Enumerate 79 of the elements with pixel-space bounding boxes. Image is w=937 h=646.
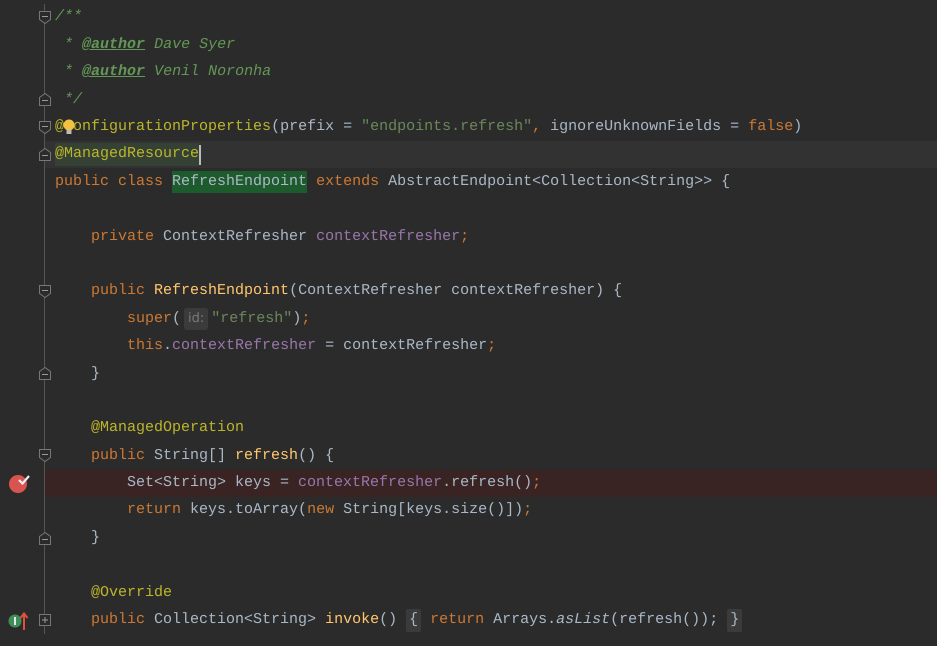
code-token: ;	[523, 500, 532, 520]
code-token: *	[64, 34, 74, 55]
collapse-icon[interactable]	[38, 448, 52, 464]
code-token: false	[748, 117, 794, 137]
code-token: Set<String> keys =	[127, 473, 290, 494]
code-token: () {	[298, 446, 334, 466]
code-token: invoke	[325, 610, 380, 630]
lightbulb-icon[interactable]	[62, 119, 75, 136]
code-token: "endpoints.refresh"	[361, 117, 532, 137]
code-token: ;	[301, 308, 310, 329]
code-token: (refresh());	[610, 610, 720, 630]
code-token: ;	[532, 473, 542, 494]
code-token: @	[55, 117, 64, 137]
code-token: (prefix =	[271, 117, 354, 137]
breakpoint-icon[interactable]	[8, 472, 30, 494]
code-token: (ContextRefresher contextRefresher) {	[289, 281, 622, 302]
code-token: private	[91, 226, 156, 247]
code-token: Arrays.	[493, 610, 556, 630]
collapse-icon[interactable]	[38, 530, 52, 546]
code-token: public	[91, 610, 146, 630]
code-token: */	[64, 90, 82, 110]
code-token: keys.toArray(	[190, 500, 308, 520]
code-token: @author	[82, 62, 146, 82]
code-token: public	[91, 446, 146, 466]
code-token: return	[430, 610, 486, 630]
code-token: ignoreUnknownFields =	[550, 117, 740, 137]
code-token: super	[127, 308, 172, 329]
code-token: contextRefresher	[298, 473, 442, 494]
folded-code-marker[interactable]: {	[406, 609, 422, 632]
code-token: Dave Syer	[154, 34, 236, 55]
collapse-icon[interactable]	[38, 92, 52, 108]
code-token: extends	[316, 172, 380, 192]
text-cursor	[199, 144, 202, 165]
code-token: return	[127, 500, 182, 520]
code-token: )	[292, 308, 302, 329]
code-token: .	[163, 336, 172, 356]
code-token: onfigurationProperties	[73, 117, 272, 137]
code-token: )	[793, 117, 802, 137]
code-token: String[keys.size()])	[343, 500, 524, 520]
implements-icon[interactable]	[8, 610, 30, 631]
code-token: AbstractEndpoint<Collection<String>> {	[388, 172, 730, 192]
collapse-icon[interactable]	[38, 10, 52, 26]
collapse-icon[interactable]	[38, 147, 52, 162]
code-token: contextRefresher	[316, 226, 460, 247]
collapse-icon[interactable]	[38, 366, 52, 382]
code-token: .refresh()	[442, 473, 532, 494]
code-token: /**	[55, 7, 82, 28]
code-token: @Override	[91, 582, 172, 603]
code-token: }	[91, 364, 100, 384]
code-token: RefreshEndpoint	[172, 170, 308, 194]
code-token: new	[307, 500, 336, 520]
code-token: = contextRefresher	[325, 336, 488, 356]
code-token: ;	[487, 336, 496, 356]
code-token: ,	[532, 117, 542, 137]
parameter-hint: id:	[184, 308, 208, 330]
code-token: ;	[460, 226, 470, 247]
code-token: Venil Noronha	[154, 62, 272, 82]
collapse-icon[interactable]	[38, 120, 52, 135]
code-token: public class	[55, 172, 164, 192]
code-token: refresh	[235, 446, 298, 466]
code-token: asList	[556, 610, 610, 630]
code-token: contextRefresher	[172, 336, 316, 356]
code-token: @ManagedResource	[55, 143, 200, 166]
code-token: Collection<String>	[154, 610, 318, 630]
code-token: RefreshEndpoint	[154, 281, 290, 302]
code-token: ContextRefresher	[163, 226, 308, 247]
code-token: "refresh"	[211, 308, 292, 329]
folded-code-marker[interactable]: }	[727, 609, 742, 632]
code-token: public	[91, 281, 146, 302]
code-token: this	[127, 336, 164, 356]
code-token: @ManagedOperation	[91, 418, 244, 438]
code-token: (	[172, 308, 182, 329]
code-token: ()	[379, 610, 398, 630]
expand-icon[interactable]	[38, 612, 52, 628]
code-token: @author	[82, 34, 146, 55]
collapse-icon[interactable]	[38, 284, 52, 300]
code-token: *	[64, 62, 74, 82]
code-token: String[]	[154, 446, 228, 466]
code-token: }	[91, 528, 100, 548]
